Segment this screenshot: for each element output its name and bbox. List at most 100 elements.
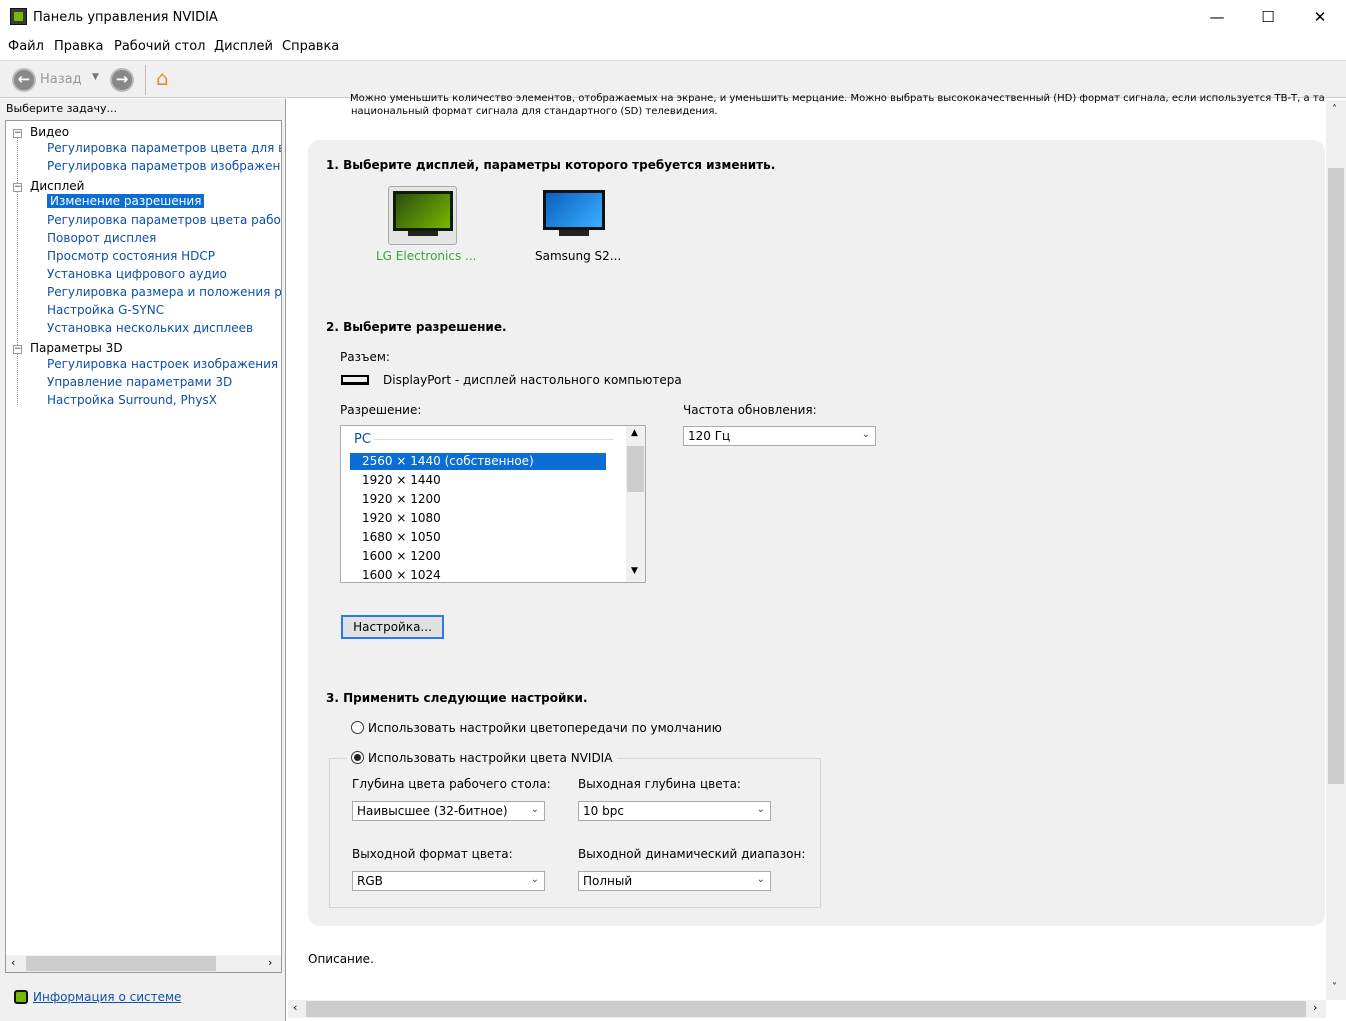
tree-item[interactable]: Регулировка параметров цвета для виде [47, 141, 281, 155]
resolution-item-selected[interactable]: 2560 × 1440 (собственное) [350, 453, 606, 470]
chevron-down-icon: ⌄ [530, 874, 539, 885]
collapse-icon[interactable]: − [13, 183, 22, 192]
tree-line [17, 135, 18, 405]
close-button[interactable]: ✕ [1297, 0, 1343, 34]
step2-heading: 2. Выберите разрешение. [326, 320, 507, 334]
displayport-icon [341, 375, 369, 385]
tree-horizontal-scrollbar[interactable]: ‹ › [6, 955, 281, 972]
task-tree: − Видео Регулировка параметров цвета для… [5, 120, 282, 973]
customize-button[interactable]: Настройка... [341, 615, 444, 639]
back-arrow-icon[interactable]: ← [12, 68, 36, 92]
scrollbar-thumb[interactable] [627, 446, 644, 492]
forward-arrow-icon[interactable]: → [110, 68, 134, 92]
tree-item[interactable]: Управление параметрами 3D [47, 375, 232, 389]
step1-heading: 1. Выберите дисплей, параметры которого … [326, 158, 776, 172]
radio-default-label[interactable]: Использовать настройки цветопередачи по … [368, 721, 722, 735]
system-info-icon [14, 990, 28, 1004]
content-horizontal-scrollbar[interactable]: ‹ › [288, 1000, 1326, 1018]
resolution-group-label: PC [354, 432, 371, 447]
window-title: Панель управления NVIDIA [33, 10, 218, 25]
resolution-item[interactable]: 1600 × 1200 [362, 549, 441, 563]
tree-group-display[interactable]: Дисплей [30, 179, 84, 193]
dynamic-range-value: Полный [583, 874, 633, 888]
desktop-depth-dropdown[interactable]: Наивысшее (32-битное) ⌄ [352, 801, 545, 821]
display-samsung[interactable] [543, 190, 605, 240]
tree-group-3d[interactable]: Параметры 3D [30, 341, 123, 355]
output-format-dropdown[interactable]: RGB ⌄ [352, 871, 545, 891]
system-info-link[interactable]: Информация о системе [33, 990, 181, 1004]
tree-item-selected[interactable]: Изменение разрешения [47, 194, 205, 208]
desktop-depth-value: Наивысшее (32-битное) [357, 804, 508, 818]
collapse-icon[interactable]: − [13, 129, 22, 138]
display-lg[interactable] [388, 186, 457, 245]
monitor-icon [546, 193, 602, 227]
chevron-down-icon: ⌄ [756, 804, 765, 815]
tree-item[interactable]: Настройка G-SYNC [47, 303, 164, 317]
radio-nvidia-color[interactable] [351, 751, 364, 764]
nvidia-app-icon [10, 8, 27, 25]
scrollbar-thumb[interactable] [306, 1001, 1306, 1017]
monitor-icon [395, 194, 450, 228]
tree-item[interactable]: Установка цифрового аудио [47, 267, 227, 281]
resolution-label: Разрешение: [340, 403, 422, 417]
title-bar: Панель управления NVIDIA — ☐ ✕ [0, 0, 1346, 34]
back-history-dropdown[interactable]: ▼ [92, 72, 99, 82]
output-depth-dropdown[interactable]: 10 bpc ⌄ [578, 801, 771, 821]
content-vertical-scrollbar[interactable]: ˄ ˅ [1326, 100, 1346, 1000]
tree-item[interactable]: Поворот дисплея [47, 231, 156, 245]
tree-item[interactable]: Установка нескольких дисплеев [47, 321, 253, 335]
chevron-down-icon: ⌄ [530, 804, 539, 815]
connector-label: Разъем: [340, 350, 390, 364]
radio-default-color[interactable] [351, 721, 364, 734]
resolution-list-scrollbar[interactable]: ▲ ▼ [626, 426, 645, 582]
radio-nvidia-label[interactable]: Использовать настройки цвета NVIDIA [368, 751, 612, 765]
tree-item[interactable]: Настройка Surround, PhysX [47, 393, 217, 407]
tree-item[interactable]: Просмотр состояния HDCP [47, 249, 215, 263]
resolution-item[interactable]: 1600 × 1024 [362, 568, 441, 582]
intro-text: Можно уменьшить количество элементов, от… [350, 93, 1325, 104]
refresh-label: Частота обновления: [683, 403, 817, 417]
menu-desktop[interactable]: Рабочий стол [114, 39, 205, 54]
group-divider [374, 439, 614, 440]
resolution-item[interactable]: 1920 × 1080 [362, 511, 441, 525]
refresh-rate-dropdown[interactable]: 120 Гц ⌄ [683, 426, 876, 446]
output-depth-label: Выходная глубина цвета: [578, 777, 741, 791]
chevron-down-icon: ⌄ [756, 874, 765, 885]
output-format-label: Выходной формат цвета: [352, 847, 513, 861]
display-lg-label[interactable]: LG Electronics ... [376, 249, 476, 263]
maximize-button[interactable]: ☐ [1245, 0, 1291, 34]
output-format-value: RGB [357, 874, 383, 888]
step3-heading: 3. Применить следующие настройки. [326, 691, 588, 705]
tree-item[interactable]: Регулировка размера и положения рабо [47, 285, 281, 299]
refresh-rate-value: 120 Гц [688, 429, 731, 443]
tree-item[interactable]: Регулировка настроек изображения с пр [47, 357, 281, 371]
toolbar-divider [145, 65, 146, 95]
tree-group-video[interactable]: Видео [30, 125, 69, 139]
resolution-item[interactable]: 1920 × 1200 [362, 492, 441, 506]
resolution-list[interactable]: PC 2560 × 1440 (собственное) 1920 × 1440… [340, 425, 646, 583]
collapse-icon[interactable]: − [13, 345, 22, 354]
menu-edit[interactable]: Правка [54, 39, 103, 54]
tree-item[interactable]: Регулировка параметров цвета рабочего [47, 213, 281, 227]
desktop-depth-label: Глубина цвета рабочего стола: [352, 777, 551, 791]
resolution-item[interactable]: 1680 × 1050 [362, 530, 441, 544]
menu-bar: Файл Правка Рабочий стол Дисплей Справка [0, 36, 1346, 58]
output-depth-value: 10 bpc [583, 804, 624, 818]
minimize-button[interactable]: — [1194, 0, 1240, 34]
home-icon[interactable]: ⌂ [156, 66, 169, 90]
scrollbar-thumb[interactable] [26, 956, 216, 971]
dynamic-range-dropdown[interactable]: Полный ⌄ [578, 871, 771, 891]
resolution-item[interactable]: 1920 × 1440 [362, 473, 441, 487]
menu-display[interactable]: Дисплей [214, 39, 273, 54]
connector-value: DisplayPort - дисплей настольного компью… [383, 373, 682, 387]
tree-item[interactable]: Регулировка параметров изображения д [47, 159, 281, 173]
back-button[interactable]: Назад [40, 72, 82, 87]
scrollbar-thumb[interactable] [1328, 168, 1344, 784]
menu-help[interactable]: Справка [282, 39, 339, 54]
description-label: Описание. [308, 952, 374, 966]
task-panel-header: Выберите задачу... [6, 102, 118, 115]
dynamic-range-label: Выходной динамический диапазон: [578, 847, 806, 861]
menu-file[interactable]: Файл [8, 39, 44, 54]
display-samsung-label[interactable]: Samsung S2... [535, 249, 621, 263]
intro-text: национальный формат сигнала для стандарт… [351, 106, 718, 117]
